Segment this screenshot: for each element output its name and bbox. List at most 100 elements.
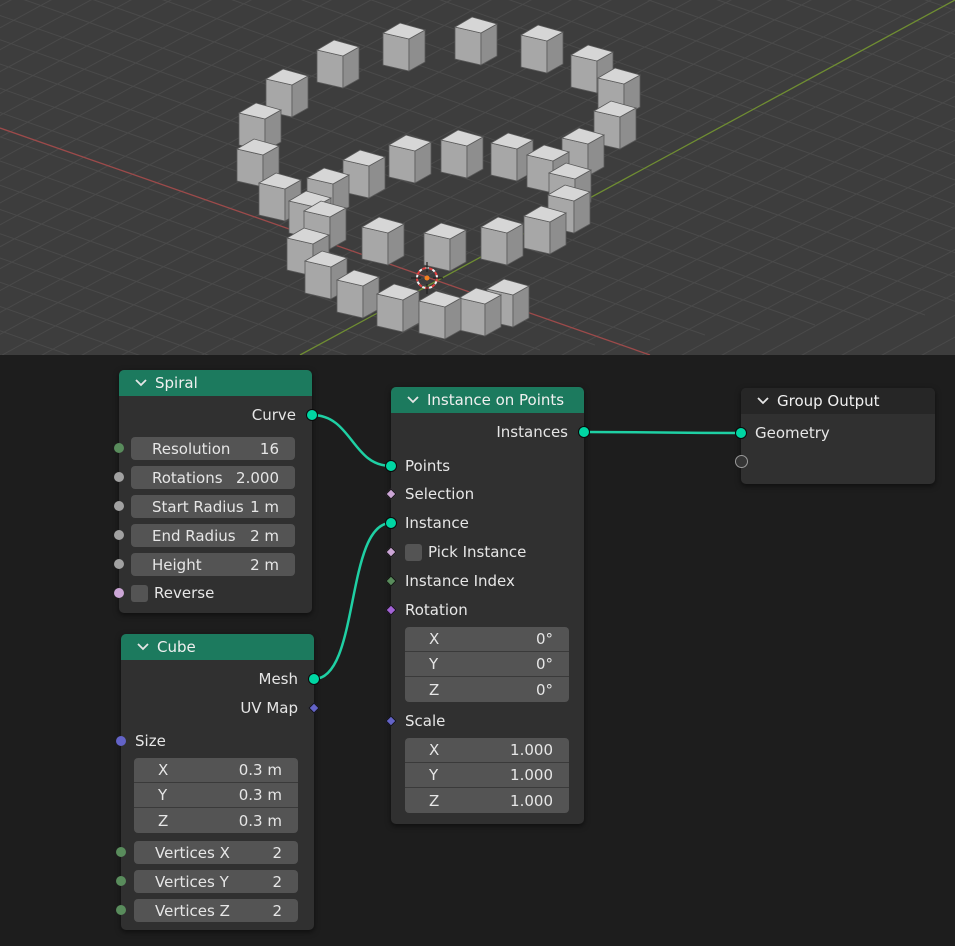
vertices-x-socket[interactable]	[116, 847, 126, 857]
curve-output-label: Curve	[251, 406, 296, 424]
instances-output-socket[interactable]	[578, 426, 590, 438]
cube-instance	[457, 287, 503, 337]
cube-instance	[417, 290, 463, 340]
pick-instance-checkbox[interactable]	[405, 544, 422, 561]
grid-line	[880, 0, 955, 355]
start-radius-socket[interactable]	[114, 501, 124, 511]
grid-line	[801, 270, 955, 355]
vertices-z-field[interactable]: Vertices Z2	[134, 899, 298, 922]
points-input-socket[interactable]	[385, 460, 397, 472]
grid-line	[735, 0, 955, 205]
end-radius-field[interactable]: End Radius 2 m	[131, 524, 295, 547]
size-y-field[interactable]: Y 0.3 m	[134, 783, 298, 808]
cube-instance	[422, 222, 468, 272]
group-output-node-header[interactable]: Group Output	[741, 388, 935, 414]
mesh-output-label: Mesh	[258, 670, 299, 688]
reverse-checkbox-row[interactable]: Reverse	[131, 582, 214, 604]
geometry-input-socket[interactable]	[735, 427, 747, 439]
scale-z-field[interactable]: Z 1.000	[405, 788, 569, 813]
curve-output-socket[interactable]	[306, 409, 318, 421]
node-title: Instance on Points	[427, 391, 565, 409]
vertices-z-socket[interactable]	[116, 905, 126, 915]
selection-input-label: Selection	[405, 485, 475, 503]
chevron-down-icon[interactable]	[135, 639, 151, 655]
pick-instance-row[interactable]: Pick Instance	[405, 541, 526, 563]
size-vector-field[interactable]: X 0.3 m Y 0.3 m Z 0.3 m	[134, 758, 298, 833]
grid-line	[0, 354, 2, 355]
node-title: Cube	[157, 638, 196, 656]
resolution-field[interactable]: Resolution 16	[131, 437, 295, 460]
instance-on-points-node[interactable]: Instance on Points Instances Points Sele…	[385, 387, 590, 824]
rotations-field[interactable]: Rotations 2.000	[131, 466, 295, 489]
spiral-node-header[interactable]: Spiral	[119, 370, 312, 396]
cube-instance	[360, 216, 406, 266]
grid-line	[0, 0, 52, 29]
link-mesh-to-instance	[313, 521, 392, 681]
end-radius-socket[interactable]	[114, 530, 124, 540]
cube-node-header[interactable]: Cube	[121, 634, 314, 660]
instance-input-label: Instance	[405, 514, 469, 532]
instance-index-label: Instance Index	[405, 572, 515, 590]
vertices-y-field[interactable]: Vertices Y2	[134, 870, 298, 893]
size-socket[interactable]	[116, 736, 126, 746]
points-input-label: Points	[405, 457, 451, 475]
cube-instance	[381, 22, 427, 72]
node-title: Spiral	[155, 374, 198, 392]
size-z-field[interactable]: Z 0.3 m	[134, 808, 298, 833]
vertices-y-socket[interactable]	[116, 876, 126, 886]
mesh-output-socket[interactable]	[308, 673, 320, 685]
rotation-vector-field[interactable]: X 0° Y 0° Z 0°	[405, 627, 569, 702]
grid-line	[900, 0, 955, 190]
node-title: Group Output	[777, 392, 880, 410]
height-socket[interactable]	[114, 559, 124, 569]
group-output-node[interactable]: Group Output Geometry	[735, 388, 935, 484]
chevron-down-icon[interactable]	[755, 393, 771, 409]
cube-instance	[439, 129, 485, 179]
rotation-z-field[interactable]: Z 0°	[405, 677, 569, 702]
cube-instance	[335, 269, 381, 319]
grid-line	[0, 0, 12, 7]
spiral-node[interactable]: Spiral Curve Resolution 16 Rotations 2.000…	[114, 370, 318, 613]
grid-line	[0, 330, 71, 355]
instance-on-points-node-header[interactable]: Instance on Points	[391, 387, 584, 413]
cube-instance	[522, 205, 568, 255]
start-radius-field[interactable]: Start Radius 1 m	[131, 495, 295, 518]
size-x-field[interactable]: X 0.3 m	[134, 758, 298, 783]
cube-instance	[387, 134, 433, 184]
reverse-socket[interactable]	[114, 588, 124, 598]
geometry-input-label: Geometry	[755, 424, 830, 442]
scale-y-field[interactable]: Y 1.000	[405, 763, 569, 788]
cube-node[interactable]: Cube Mesh UV Map Size X 0.3 m Y 0.3 m Z 0.3…	[116, 634, 320, 930]
grid-line	[681, 205, 955, 355]
grid-line	[625, 0, 955, 215]
height-field[interactable]: Height 2 m	[131, 553, 295, 576]
empty-input-socket[interactable]	[735, 455, 748, 468]
rotation-x-field[interactable]: X 0°	[405, 627, 569, 652]
link-curve-to-points	[311, 413, 392, 468]
chevron-down-icon[interactable]	[133, 375, 149, 391]
scale-vector-field[interactable]: X 1.000 Y 1.000 Z 1.000	[405, 738, 569, 813]
reverse-checkbox[interactable]	[131, 585, 148, 602]
grid-line	[0, 0, 92, 51]
rotation-y-field[interactable]: Y 0°	[405, 652, 569, 677]
3d-viewport[interactable]	[0, 0, 955, 355]
resolution-socket[interactable]	[114, 443, 124, 453]
instances-output-label: Instances	[496, 423, 568, 441]
cube-instance	[519, 24, 565, 74]
size-label: Size	[135, 732, 166, 750]
rotation-input-label: Rotation	[405, 601, 468, 619]
scale-x-field[interactable]: X 1.000	[405, 738, 569, 763]
viewport-scene	[0, 0, 955, 355]
cube-instance	[375, 283, 421, 333]
scale-input-label: Scale	[405, 712, 446, 730]
vertices-x-field[interactable]: Vertices X2	[134, 841, 298, 864]
link-instances-to-geometry	[583, 430, 742, 435]
instance-input-socket[interactable]	[385, 517, 397, 529]
uv-map-output-label: UV Map	[240, 699, 298, 717]
cube-instance	[479, 216, 525, 266]
cube-instance	[453, 16, 499, 66]
node-editor[interactable]: Spiral Curve Resolution 16 Rotations 2.000…	[0, 355, 955, 946]
chevron-down-icon[interactable]	[405, 392, 421, 408]
rotations-socket[interactable]	[114, 472, 124, 482]
grid-line	[0, 0, 132, 73]
